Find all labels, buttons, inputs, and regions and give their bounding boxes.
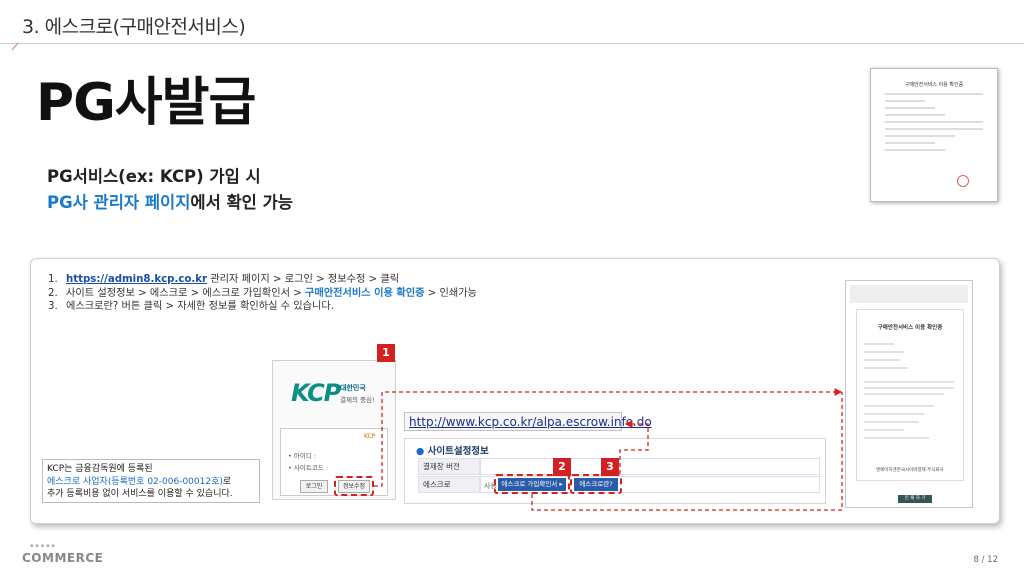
footer-logo-mark: ▪▪▪▪▪ <box>30 543 57 549</box>
connector-arrows <box>374 388 843 511</box>
arrow-to-url <box>619 420 649 474</box>
arrow-to-certificate <box>374 388 843 487</box>
page-number: 8 / 12 <box>973 555 999 565</box>
footer-logo: COMMERCE <box>22 551 104 565</box>
arrow-to-document <box>531 392 843 511</box>
